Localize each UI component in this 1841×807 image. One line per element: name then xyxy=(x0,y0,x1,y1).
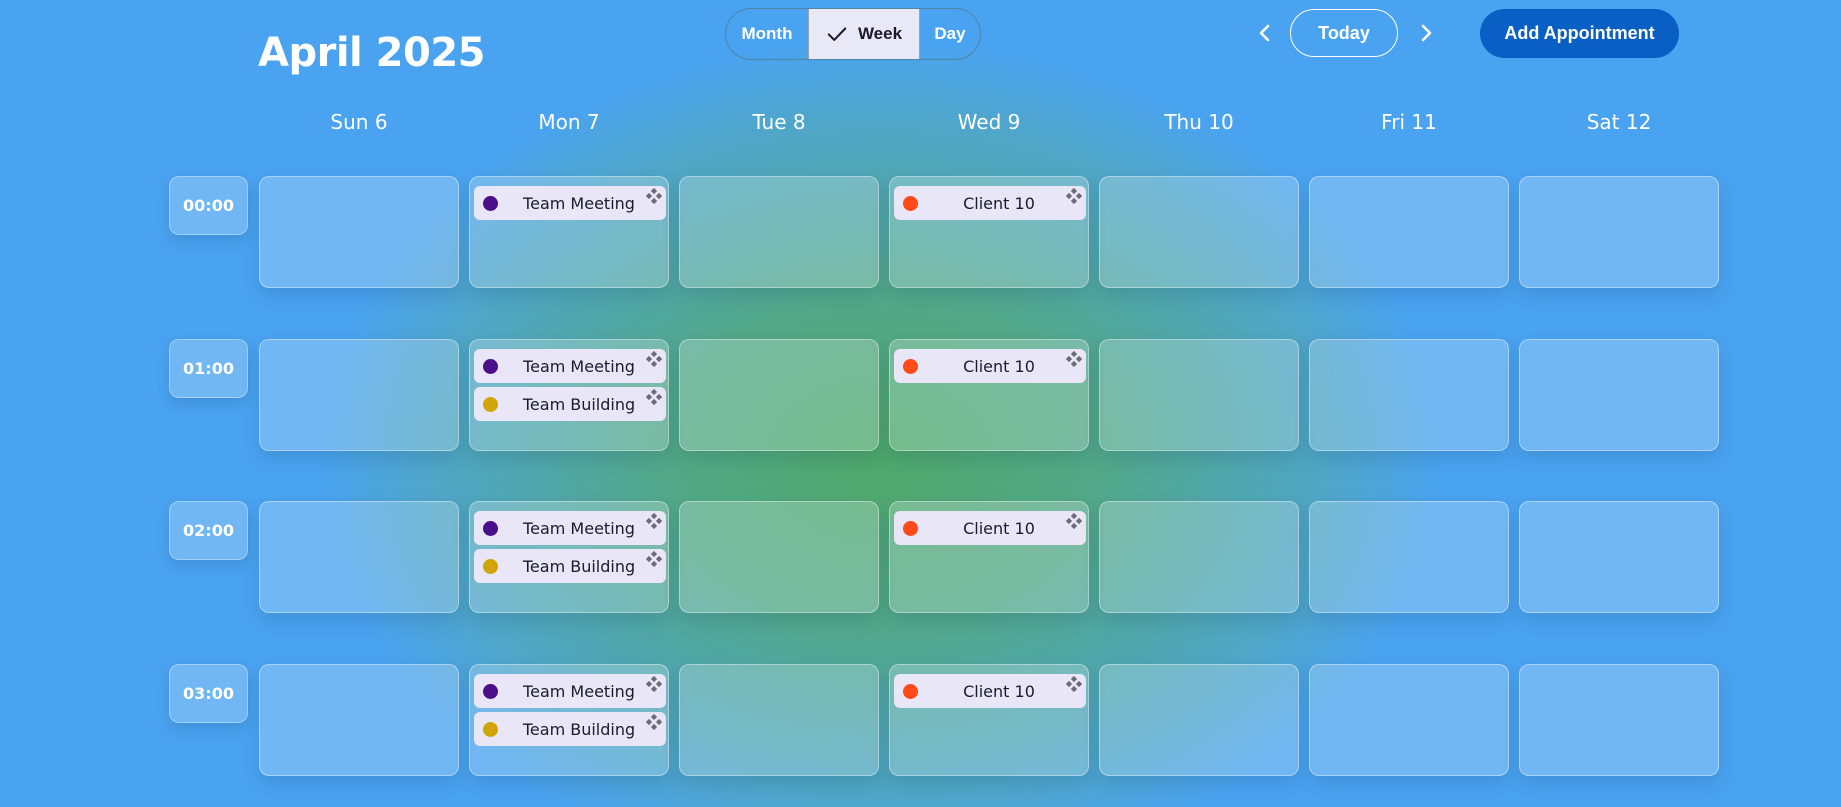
time-slot-cell[interactable] xyxy=(1309,664,1509,776)
appointment-title: Team Building xyxy=(522,719,636,739)
time-slot-cell[interactable] xyxy=(259,664,459,776)
event-color-dot xyxy=(903,358,918,374)
time-slot-label: 01:00 xyxy=(169,339,248,398)
day-header: Tue 8 xyxy=(752,110,806,134)
time-slot-cell[interactable] xyxy=(1099,339,1299,451)
time-slot-cell[interactable] xyxy=(1519,176,1719,288)
time-slot-cell[interactable] xyxy=(1309,501,1509,613)
previous-week-button[interactable] xyxy=(1252,20,1278,46)
drag-move-icon[interactable] xyxy=(646,351,662,367)
appointment-chip[interactable]: Team Meeting xyxy=(474,349,666,383)
chevron-right-icon xyxy=(1421,24,1432,42)
time-slot-cell[interactable] xyxy=(259,501,459,613)
day-header: Fri 11 xyxy=(1381,110,1437,134)
time-slot-cell[interactable]: Team Meeting Team Building xyxy=(469,339,669,451)
appointment-title: Client 10 xyxy=(963,356,1035,376)
drag-move-icon[interactable] xyxy=(1066,676,1082,692)
time-slot-cell[interactable] xyxy=(259,339,459,451)
time-slot-cell[interactable] xyxy=(1099,176,1299,288)
appointment-chip[interactable]: Client 10 xyxy=(894,349,1086,383)
time-slot-cell[interactable] xyxy=(1519,664,1719,776)
time-slot-cell[interactable] xyxy=(679,176,879,288)
time-slot-cell[interactable] xyxy=(1099,501,1299,613)
time-slot-label: 02:00 xyxy=(169,501,248,560)
appointment-title: Client 10 xyxy=(963,518,1035,538)
appointment-chip[interactable]: Client 10 xyxy=(894,186,1086,220)
drag-move-icon[interactable] xyxy=(646,188,662,204)
appointment-chip[interactable]: Team Meeting xyxy=(474,674,666,708)
today-button[interactable]: Today xyxy=(1290,9,1398,57)
time-slot-cell[interactable]: Client 10 xyxy=(889,664,1089,776)
time-slot-cell[interactable] xyxy=(679,664,879,776)
appointment-title: Team Meeting xyxy=(523,193,635,213)
event-color-dot xyxy=(483,683,498,699)
appointment-chip[interactable]: Team Meeting xyxy=(474,186,666,220)
drag-move-icon[interactable] xyxy=(646,389,662,405)
drag-move-icon[interactable] xyxy=(646,714,662,730)
event-color-dot xyxy=(483,520,498,536)
appointment-title: Team Building xyxy=(522,556,636,576)
chevron-left-icon xyxy=(1259,24,1270,42)
drag-move-icon[interactable] xyxy=(646,676,662,692)
time-slot-cell[interactable]: Client 10 xyxy=(889,176,1089,288)
time-slot-cell[interactable]: Team Meeting Team Building xyxy=(469,501,669,613)
time-slot-cell[interactable] xyxy=(259,176,459,288)
appointment-chip[interactable]: Client 10 xyxy=(894,674,1086,708)
day-header: Sat 12 xyxy=(1586,110,1652,134)
event-color-dot xyxy=(903,195,918,211)
appointment-title: Team Building xyxy=(522,394,636,414)
time-slot-cell[interactable] xyxy=(1519,501,1719,613)
view-toggle: Month Week Day xyxy=(725,8,981,60)
drag-move-icon[interactable] xyxy=(646,551,662,567)
time-slot-label: 00:00 xyxy=(169,176,248,235)
appointment-title: Client 10 xyxy=(963,681,1035,701)
time-slot-cell[interactable]: Team Meeting Team Building xyxy=(469,664,669,776)
time-slot-cell[interactable]: Client 10 xyxy=(889,501,1089,613)
event-color-dot xyxy=(483,396,498,412)
appointment-title: Team Meeting xyxy=(523,681,635,701)
event-color-dot xyxy=(903,683,918,699)
day-header: Thu 10 xyxy=(1164,110,1234,134)
time-slot-cell[interactable] xyxy=(679,501,879,613)
time-slot-cell[interactable] xyxy=(1519,339,1719,451)
appointment-chip[interactable]: Team Building xyxy=(474,549,666,583)
appointment-title: Team Meeting xyxy=(523,518,635,538)
event-color-dot xyxy=(483,358,498,374)
day-header: Mon 7 xyxy=(538,110,600,134)
time-slot-cell[interactable]: Client 10 xyxy=(889,339,1089,451)
appointment-chip[interactable]: Team Building xyxy=(474,712,666,746)
appointment-chip[interactable]: Team Building xyxy=(474,387,666,421)
time-slot-cell[interactable] xyxy=(1309,339,1509,451)
week-view-label: Week xyxy=(857,24,903,43)
day-header: Wed 9 xyxy=(957,110,1021,134)
month-view-button[interactable]: Month xyxy=(726,9,808,59)
time-slot-label: 03:00 xyxy=(169,664,248,723)
day-view-button[interactable]: Day xyxy=(920,9,980,59)
event-color-dot xyxy=(483,558,498,574)
drag-move-icon[interactable] xyxy=(1066,351,1082,367)
check-icon xyxy=(827,27,847,41)
appointment-chip[interactable]: Client 10 xyxy=(894,511,1086,545)
add-appointment-button[interactable]: Add Appointment xyxy=(1480,9,1679,58)
event-color-dot xyxy=(903,520,918,536)
appointment-title: Team Meeting xyxy=(523,356,635,376)
drag-move-icon[interactable] xyxy=(1066,513,1082,529)
drag-move-icon[interactable] xyxy=(646,513,662,529)
week-view-button[interactable]: Week xyxy=(808,9,920,59)
next-week-button[interactable] xyxy=(1413,20,1439,46)
time-slot-cell[interactable] xyxy=(679,339,879,451)
time-slot-cell[interactable] xyxy=(1309,176,1509,288)
time-slot-cell[interactable]: Team Meeting xyxy=(469,176,669,288)
page-title: April 2025 xyxy=(258,30,486,76)
appointment-title: Client 10 xyxy=(963,193,1035,213)
time-slot-cell[interactable] xyxy=(1099,664,1299,776)
day-header: Sun 6 xyxy=(330,110,388,134)
drag-move-icon[interactable] xyxy=(1066,188,1082,204)
event-color-dot xyxy=(483,721,498,737)
event-color-dot xyxy=(483,195,498,211)
appointment-chip[interactable]: Team Meeting xyxy=(474,511,666,545)
